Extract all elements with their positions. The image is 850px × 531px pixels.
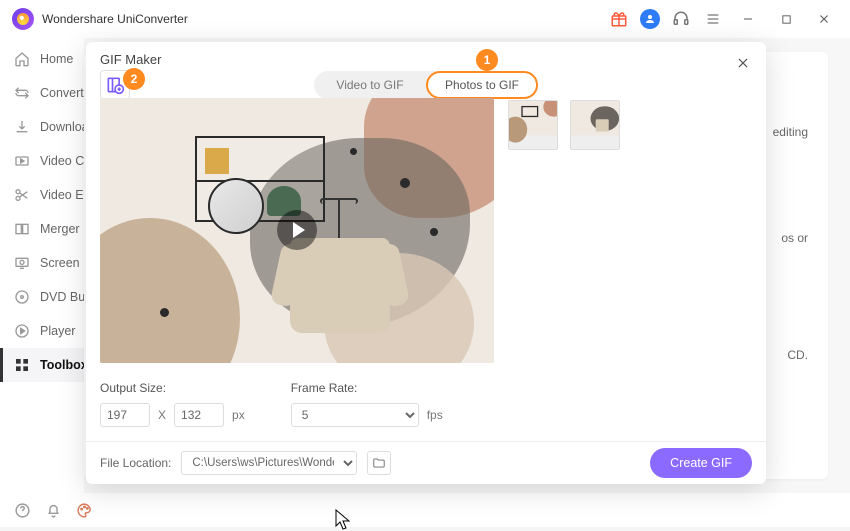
sidebar-item-label: Downloader <box>40 120 84 134</box>
bottombar <box>0 493 850 527</box>
disc-icon <box>14 288 30 306</box>
sidebar-item-dvd-burner[interactable]: DVD Burner <box>0 280 84 314</box>
tab-video-to-gif[interactable]: Video to GIF <box>314 71 426 99</box>
sidebar-item-label: Converter <box>40 86 84 100</box>
menu-icon[interactable] <box>702 8 724 30</box>
callout-badge-2: 2 <box>123 68 145 90</box>
sidebar-item-screen-recorder[interactable]: Screen Recorder <box>0 246 84 280</box>
mouse-cursor-icon <box>335 509 351 531</box>
palette-icon[interactable] <box>76 502 93 519</box>
sidebar-item-label: Toolbox <box>40 358 84 372</box>
thumbnail-item[interactable] <box>508 100 558 150</box>
fps-label: fps <box>427 408 443 422</box>
window-minimize[interactable] <box>734 5 762 33</box>
play-icon <box>14 322 30 340</box>
output-width-input[interactable] <box>100 403 150 427</box>
app-title: Wondershare UniConverter <box>42 12 188 26</box>
window-maximize[interactable] <box>772 5 800 33</box>
mode-segmented-control: Video to GIF Photos to GIF <box>314 71 538 99</box>
thumbnail-item[interactable] <box>570 100 620 150</box>
merger-icon <box>14 220 30 238</box>
sidebar-item-video-compressor[interactable]: Video Compressor <box>0 144 84 178</box>
download-icon <box>14 118 30 136</box>
dialog-close-button[interactable] <box>732 52 754 74</box>
sidebar-item-label: Video Compressor <box>40 154 84 168</box>
toolbox-icon <box>14 356 30 374</box>
sidebar-item-label: Merger <box>40 222 80 236</box>
sidebar-item-downloader[interactable]: Downloader <box>0 110 84 144</box>
app-logo <box>12 8 34 30</box>
sidebar-item-label: Screen Recorder <box>40 256 84 270</box>
sidebar-item-video-editor[interactable]: Video Editor <box>0 178 84 212</box>
account-avatar[interactable] <box>640 9 660 29</box>
gif-maker-dialog: GIF Maker Video to GIF Photos to GIF <box>86 42 766 484</box>
bell-icon[interactable] <box>45 502 62 519</box>
sidebar-item-converter[interactable]: Converter <box>0 76 84 110</box>
titlebar: Wondershare UniConverter <box>0 0 850 38</box>
sidebar-item-home[interactable]: Home <box>0 42 84 76</box>
thumbnail-list <box>508 98 752 363</box>
dialog-title: GIF Maker <box>100 52 161 67</box>
frame-rate-label: Frame Rate: <box>291 381 443 395</box>
sidebar-item-merger[interactable]: Merger <box>0 212 84 246</box>
sidebar-item-label: DVD Burner <box>40 290 84 304</box>
sidebar-item-player[interactable]: Player <box>0 314 84 348</box>
sidebar-item-label: Video Editor <box>40 188 84 202</box>
window-close[interactable] <box>810 5 838 33</box>
file-location-select[interactable]: C:\Users\ws\Pictures\Wondersh <box>181 451 357 475</box>
scissors-icon <box>14 186 30 204</box>
sidebar-item-label: Player <box>40 324 75 338</box>
open-folder-button[interactable] <box>367 451 391 475</box>
callout-badge-1: 1 <box>476 49 498 71</box>
sidebar-item-toolbox[interactable]: Toolbox <box>0 348 84 382</box>
sidebar: Home Converter Downloader Video Compress… <box>0 38 84 493</box>
output-height-input[interactable] <box>174 403 224 427</box>
headset-icon[interactable] <box>670 8 692 30</box>
file-location-label: File Location: <box>100 456 171 470</box>
compressor-icon <box>14 152 30 170</box>
px-label: px <box>232 408 245 422</box>
dimension-x: X <box>158 408 166 422</box>
gift-icon[interactable] <box>608 8 630 30</box>
create-gif-button[interactable]: Create GIF <box>650 448 752 478</box>
output-size-label: Output Size: <box>100 381 245 395</box>
home-icon <box>14 50 30 68</box>
preview-area[interactable] <box>100 98 494 363</box>
tab-photos-to-gif[interactable]: Photos to GIF <box>426 71 538 99</box>
frame-rate-select[interactable]: 5 <box>291 403 419 427</box>
converter-icon <box>14 84 30 102</box>
help-icon[interactable] <box>14 502 31 519</box>
sidebar-item-label: Home <box>40 52 73 66</box>
recorder-icon <box>14 254 30 272</box>
